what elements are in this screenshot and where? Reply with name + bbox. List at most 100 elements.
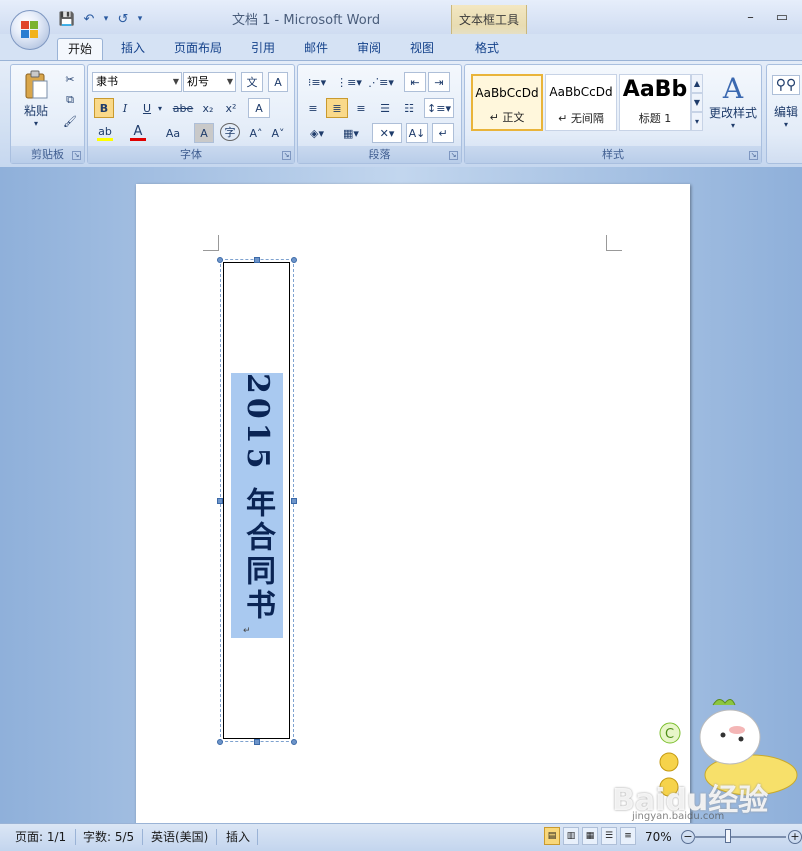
clear-formatting-button[interactable]: A [248, 98, 270, 118]
clipboard-launcher-icon[interactable]: ↘ [72, 151, 81, 160]
zoom-slider-thumb[interactable] [725, 829, 731, 843]
styles-more-icon[interactable]: ▾ [691, 112, 703, 131]
resize-handle-top[interactable] [254, 257, 260, 263]
font-group: 隶书 ▼ 初号 ▼ 文 A B I U ▾ abe x₂ x² A ab A Aa … [87, 64, 295, 164]
superscript-button[interactable]: x² [221, 98, 241, 118]
chinese-layout-button[interactable]: ✕▾ [372, 123, 402, 143]
grow-font-button[interactable]: A˄ [246, 123, 266, 143]
line-spacing-button[interactable]: ↕≡▾ [424, 98, 454, 118]
align-right-button[interactable]: ≡ [350, 98, 372, 118]
resize-handle-left[interactable] [217, 498, 223, 504]
web-layout-view-icon[interactable]: ▦ [582, 827, 598, 845]
style-normal-sample: AaBbCcDd [475, 86, 539, 100]
undo-icon[interactable]: ↶ [80, 10, 98, 28]
tab-format[interactable]: 格式 [465, 38, 509, 60]
undo-dropdown-icon[interactable]: ▾ [102, 10, 110, 28]
paragraph-launcher-icon[interactable]: ↘ [449, 151, 458, 160]
print-layout-view-icon[interactable]: ▤ [544, 827, 560, 845]
font-color-button[interactable]: A [126, 123, 150, 143]
shrink-font-button[interactable]: A˅ [268, 123, 288, 143]
redo-icon[interactable]: ↺ [114, 10, 132, 28]
bullets-button[interactable]: ⁝≡▾ [302, 72, 332, 92]
bold-button[interactable]: B [94, 98, 114, 118]
resize-handle-bottom-right[interactable] [291, 739, 297, 745]
status-insert-mode[interactable]: 插入 [226, 828, 250, 846]
office-button[interactable] [10, 10, 50, 50]
editing-button[interactable]: ⚲⚲ 编辑 ▾ [769, 69, 802, 135]
customize-qat-icon[interactable]: ▾ [136, 10, 144, 28]
styles-scroll-up-icon[interactable]: ▲ [691, 74, 703, 93]
tab-page-layout[interactable]: 页面布局 [167, 38, 229, 60]
styles-scroll-down-icon[interactable]: ▼ [691, 93, 703, 112]
restore-button[interactable]: ▭ [776, 10, 788, 25]
zoom-slider-track[interactable] [694, 836, 786, 838]
tab-mailings[interactable]: 邮件 [294, 38, 338, 60]
shading-button[interactable]: ◈▾ [302, 123, 332, 143]
align-left-button[interactable]: ≡ [302, 98, 324, 118]
outline-view-icon[interactable]: ☰ [601, 827, 617, 845]
resize-handle-bottom[interactable] [254, 739, 260, 745]
status-language[interactable]: 英语(美国) [151, 828, 208, 846]
change-case-button[interactable]: Aa [160, 123, 186, 143]
highlight-button[interactable]: ab [92, 123, 118, 143]
copy-icon[interactable]: ⧉ [61, 90, 79, 110]
tab-insert[interactable]: 插入 [111, 38, 155, 60]
paste-button[interactable]: 粘贴 ▾ [16, 69, 56, 129]
zoom-level[interactable]: 70% [645, 828, 672, 846]
resize-handle-bottom-left[interactable] [217, 739, 223, 745]
minimize-button[interactable]: – [747, 10, 754, 25]
font-name-combo[interactable]: 隶书 ▼ [92, 72, 182, 92]
font-size-combo[interactable]: 初号 ▼ [183, 72, 236, 92]
style-normal[interactable]: AaBbCcDd ↵ 正文 [471, 74, 543, 131]
window-title: 文档 1 - Microsoft Word [232, 13, 381, 28]
editing-group: ⚲⚲ 编辑 ▾ [766, 64, 802, 164]
underline-button[interactable]: U [138, 98, 156, 118]
show-marks-button[interactable]: ↵ [432, 123, 454, 143]
subscript-button[interactable]: x₂ [198, 98, 218, 118]
tab-home[interactable]: 开始 [57, 38, 103, 61]
status-word-count[interactable]: 字数: 5/5 [83, 828, 134, 846]
strikethrough-button[interactable]: abe [172, 98, 194, 118]
multilevel-list-button[interactable]: ⋰≡▾ [366, 72, 396, 92]
cut-icon[interactable]: ✂ [61, 69, 79, 89]
align-center-button[interactable]: ≣ [326, 98, 348, 118]
format-painter-icon[interactable]: 🖌 [61, 111, 79, 131]
justify-button[interactable]: ☰ [374, 98, 396, 118]
italic-button[interactable]: I [116, 98, 134, 118]
style-no-spacing[interactable]: AaBbCcDd ↵ 无间隔 [545, 74, 617, 131]
phonetic-guide-button[interactable]: 文 [241, 72, 263, 92]
styles-launcher-icon[interactable]: ↘ [749, 151, 758, 160]
status-page[interactable]: 页面: 1/1 [15, 828, 66, 846]
resize-handle-right[interactable] [291, 498, 297, 504]
enclose-char-button[interactable]: 字 [220, 123, 240, 141]
style-heading-1[interactable]: AaBb 标题 1 [619, 74, 691, 131]
zoom-out-button[interactable]: − [681, 830, 695, 844]
numbering-button[interactable]: ⋮≡▾ [334, 72, 364, 92]
reading-view-icon[interactable]: ▥ [563, 827, 579, 845]
tab-view[interactable]: 视图 [400, 38, 444, 60]
decrease-indent-button[interactable]: ⇤ [404, 72, 426, 92]
change-styles-dropdown-icon: ▾ [730, 121, 735, 130]
tab-review[interactable]: 审阅 [347, 38, 391, 60]
svg-text:C: C [665, 727, 674, 742]
draft-view-icon[interactable]: ≡ [620, 827, 636, 845]
char-border-button[interactable]: A [268, 72, 288, 92]
tab-references[interactable]: 引用 [241, 38, 285, 60]
sort-button[interactable]: A↓ [406, 123, 428, 143]
distributed-button[interactable]: ☷ [398, 98, 420, 118]
change-styles-button[interactable]: A 更改样式 ▾ [705, 69, 761, 135]
editing-dropdown-icon: ▾ [783, 120, 788, 129]
save-icon[interactable]: 💾 [58, 10, 76, 28]
style-no-spacing-sample: AaBbCcDd [549, 85, 613, 99]
char-shading-button[interactable]: A [194, 123, 214, 143]
underline-dropdown-icon[interactable]: ▾ [156, 98, 164, 118]
resize-handle-top-left[interactable] [217, 257, 223, 263]
zoom-in-button[interactable]: + [788, 830, 802, 844]
resize-handle-top-right[interactable] [291, 257, 297, 263]
increase-indent-button[interactable]: ⇥ [428, 72, 450, 92]
ribbon: 粘贴 ▾ ✂ ⧉ 🖌 剪贴板 ↘ 隶书 ▼ 初号 ▼ 文 A B I U ▾ abe… [0, 60, 802, 168]
borders-button[interactable]: ▦▾ [336, 123, 366, 143]
status-separator [75, 829, 76, 845]
vertical-text[interactable]: 2015 年合同书 [231, 373, 283, 638]
font-launcher-icon[interactable]: ↘ [282, 151, 291, 160]
